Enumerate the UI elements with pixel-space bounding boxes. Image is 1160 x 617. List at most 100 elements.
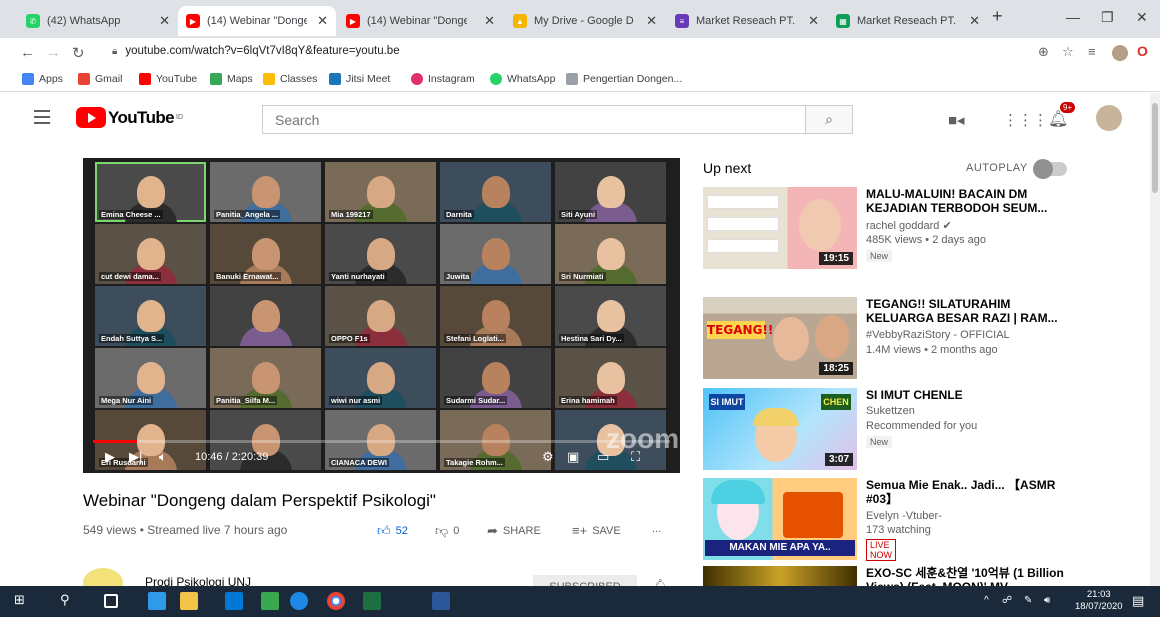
bookmark-jitsi[interactable]: Jitsi Meet — [329, 73, 390, 85]
excel-icon[interactable] — [363, 592, 381, 610]
share-icon: ➦ — [487, 523, 498, 538]
settings-icon[interactable]: ⚙ — [542, 449, 554, 465]
progress-bar[interactable] — [93, 440, 670, 443]
dislike-count: 0 — [453, 525, 460, 537]
recommendation-title[interactable]: EXO-SC 세훈&찬열 '10억뷰 (1 Billion Views) (Fe… — [866, 566, 1066, 586]
duration-badge: 19:15 — [819, 252, 853, 265]
browser-tab[interactable]: ▲ My Drive - Google Driv ✕ — [505, 6, 665, 36]
close-icon[interactable]: ✕ — [159, 13, 170, 29]
theater-mode-icon[interactable]: ▭ — [597, 449, 609, 465]
minimize-icon[interactable]: — — [1066, 9, 1080, 25]
toggle-knob — [1033, 159, 1053, 179]
fullscreen-icon[interactable]: ⛶ — [631, 449, 640, 465]
close-icon[interactable]: ✕ — [646, 13, 657, 29]
reading-list-icon[interactable]: ≡ — [1088, 44, 1096, 59]
url-field[interactable]: 🔒︎ youtube.com/watch?v=6lqVt7vI8qY&featur… — [112, 45, 400, 57]
pen-icon[interactable]: ✎ — [1024, 595, 1032, 606]
recommendation-title[interactable]: MALU-MALUIN! BACAIN DM KEJADIAN TERBODOH… — [866, 187, 1066, 215]
task-view-icon[interactable] — [104, 594, 118, 608]
word-icon[interactable] — [432, 592, 450, 610]
close-icon[interactable]: ✕ — [808, 13, 819, 29]
create-video-icon[interactable]: ■◂ — [948, 111, 965, 129]
tab-label: Market Reseach PT. Em — [857, 15, 957, 27]
video-thumbnail[interactable] — [703, 566, 857, 586]
more-actions-button[interactable]: ... — [652, 523, 661, 535]
browser-tab[interactable]: ≡ Market Reseach PT. Em ✕ — [667, 6, 827, 36]
app-l-icon[interactable] — [261, 592, 279, 610]
miniplayer-icon[interactable]: ▣ — [567, 449, 579, 465]
bookmark-gmail[interactable]: Gmail — [78, 73, 122, 85]
close-icon[interactable]: ✕ — [969, 13, 980, 29]
dislike-button[interactable]: 👎︎ 0 — [435, 523, 459, 539]
scrollbar-thumb[interactable] — [1152, 103, 1158, 193]
notifications-icon[interactable]: ▤ — [1132, 593, 1144, 609]
close-icon[interactable]: ✕ — [317, 13, 328, 29]
bookmark-pengertian[interactable]: Pengertian Dongen... — [566, 73, 682, 85]
close-icon[interactable]: ✕ — [484, 13, 495, 29]
video-thumbnail[interactable]: TEGANG!! 18:25 — [703, 297, 857, 379]
url-text: youtube.com/watch?v=6lqVt7vI8qY&feature=… — [125, 45, 400, 57]
zoom-icon[interactable]: ⊕ — [1038, 44, 1049, 60]
volume-icon[interactable]: 🔈︎ — [159, 449, 167, 465]
youtube-logo[interactable]: YouTube ID — [76, 107, 183, 128]
profile-avatar[interactable] — [1112, 45, 1128, 61]
mail-icon[interactable] — [225, 592, 243, 610]
volume-tray-icon[interactable]: 🔊︎ — [1044, 595, 1050, 606]
new-badge: New — [866, 436, 893, 448]
file-explorer-icon[interactable] — [180, 592, 198, 610]
video-thumbnail[interactable]: MAKAN MIE APA YA.. — [703, 478, 857, 560]
participant-name: Mia 199217 — [329, 210, 373, 219]
menu-icon[interactable] — [34, 110, 50, 128]
windows-start-icon[interactable]: ⊞ — [14, 592, 32, 610]
browser-tab-active[interactable]: ▶ (14) Webinar "Dongeng ✕ — [178, 6, 336, 36]
close-window-icon[interactable]: ✕ — [1136, 9, 1148, 26]
participant-face — [137, 238, 165, 270]
video-thumbnail[interactable]: SI IMUT CHEN 3:07 — [703, 388, 857, 470]
avatar[interactable] — [1096, 105, 1122, 131]
opera-icon[interactable]: O — [1137, 43, 1148, 59]
bookmark-apps[interactable]: Apps — [22, 73, 63, 85]
like-button[interactable]: 👍︎ 52 — [377, 523, 408, 539]
video-player[interactable]: Emina Cheese ... Panitia_Angela ... Mia 19… — [83, 158, 680, 473]
system-clock[interactable]: 21:03 18/07/2020 — [1075, 589, 1123, 613]
star-icon[interactable]: ☆ — [1062, 44, 1074, 60]
video-thumbnail[interactable]: 19:15 — [703, 187, 857, 269]
participant-name: Takagie Rohm... — [444, 458, 505, 467]
edge-icon[interactable] — [290, 592, 308, 610]
search-icon[interactable]: ⚲ — [60, 592, 78, 610]
participant-tile: Erina hamimah — [555, 348, 666, 408]
recommendation-channel: rachel goddard ✔ — [866, 219, 952, 232]
browser-tab[interactable]: ▶ (14) Webinar "Dongeng ✕ — [338, 6, 503, 36]
autoplay-toggle[interactable] — [1033, 159, 1067, 179]
page-scrollbar[interactable] — [1150, 93, 1160, 586]
next-icon[interactable]: ▶| — [129, 449, 142, 465]
new-tab-button[interactable]: + — [992, 6, 1003, 27]
bookmark-classes[interactable]: Classes — [263, 73, 317, 85]
desktop-app-icon[interactable] — [148, 592, 166, 610]
bookmark-youtube[interactable]: YouTube — [139, 73, 197, 85]
play-icon[interactable]: ▶ — [105, 449, 115, 465]
participant-tile: Siti Ayuni — [555, 162, 666, 222]
bookmark-whatsapp[interactable]: WhatsApp — [490, 73, 555, 85]
back-icon[interactable]: ← — [20, 44, 35, 61]
restore-icon[interactable]: ❐ — [1101, 9, 1114, 26]
recommendation-title[interactable]: Semua Mie Enak.. Jadi... 【ASMR #03】 — [866, 478, 1066, 506]
bookmark-maps[interactable]: Maps — [210, 73, 253, 85]
browser-tab[interactable]: ▦ Market Reseach PT. Em ✕ — [828, 6, 988, 36]
tray-expand-icon[interactable]: ^ — [984, 595, 989, 606]
save-button[interactable]: ≡+ SAVE — [572, 523, 621, 538]
forward-icon[interactable]: → — [46, 44, 61, 61]
youtube-header: YouTube ID ⌕ ■◂ ⋮⋮⋮ 🔔︎ 9+ — [0, 93, 1150, 143]
bookmark-instagram[interactable]: Instagram — [411, 73, 475, 85]
share-button[interactable]: ➦ SHARE — [487, 523, 541, 539]
network-icon[interactable]: ☍ — [1002, 595, 1012, 606]
chrome-icon[interactable] — [327, 592, 345, 610]
participant-name: Juwita — [444, 272, 472, 281]
browser-tab[interactable]: ✆ (42) WhatsApp ✕ — [18, 6, 178, 36]
recommendation-title[interactable]: SI IMUT CHENLE — [866, 388, 1066, 402]
reload-icon[interactable]: ↻ — [72, 44, 85, 62]
apps-grid-icon[interactable]: ⋮⋮⋮ — [1003, 111, 1048, 129]
search-button[interactable]: ⌕ — [805, 105, 853, 134]
search-input[interactable] — [263, 106, 806, 133]
recommendation-title[interactable]: TEGANG!! SILATURAHIM KELUARGA BESAR RAZI… — [866, 297, 1066, 325]
